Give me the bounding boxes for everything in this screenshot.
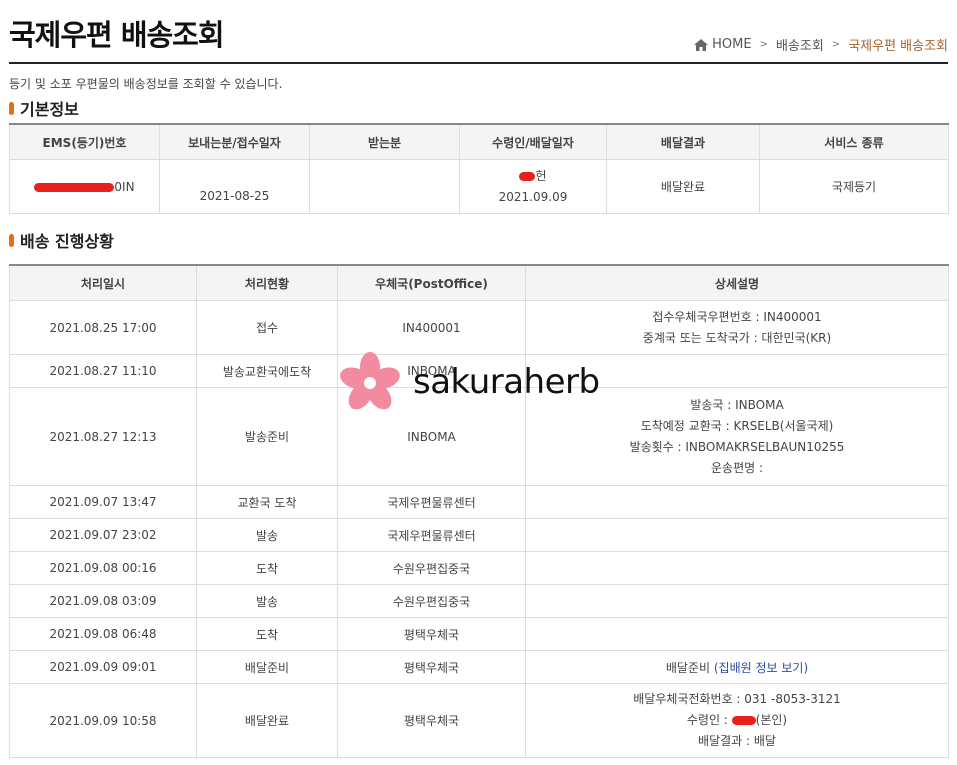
progress-heading: 배송 진행상황 [9,228,114,252]
datetime-cell: 2021.08.27 11:10 [9,354,197,388]
ems-number: 0IN [9,159,160,214]
recipient [309,159,460,214]
table-header-row: EMS(등기)번호 보내는분/접수일자 받는분 수령인/배달일자 배달결과 서비… [9,124,949,160]
table-row: 2021.09.09 09:01 배달준비 평택우체국 배달준비 (집배원 정보… [9,650,949,684]
status-cell: 배달완료 [196,683,338,758]
table-row: 2021.09.07 13:47 교환국 도착 국제우편물류센터 [9,485,949,519]
sender-date: 2021-08-25 [159,159,310,214]
datetime-cell: 2021.09.09 09:01 [9,650,197,684]
column-header: 배달결과 [606,124,760,160]
detail-cell [525,551,949,585]
column-header: 받는분 [309,124,460,160]
detail-cell [525,617,949,651]
status-cell: 교환국 도착 [196,485,338,519]
status-cell: 발송 [196,518,338,552]
office-cell: 평택우체국 [337,650,526,684]
page-title: 국제우편 배송조회 [9,18,225,52]
redaction-mark [731,716,756,725]
breadcrumb: HOME > 배송조회 > 국제우편 배송조회 [693,35,948,54]
basic-info-heading: 기본정보 [9,96,79,120]
chevron-right-icon: > [759,39,768,50]
office-cell: 수원우편집중국 [337,551,526,585]
delivery-result: 배달완료 [606,159,760,214]
office-cell: 평택우체국 [337,617,526,651]
datetime-cell: 2021.09.08 06:48 [9,617,197,651]
sakura-watermark: sakuraherb [337,350,600,414]
datetime-cell: 2021.09.07 13:47 [9,485,197,519]
breadcrumb-home[interactable]: HOME [712,37,751,52]
status-cell: 배달준비 [196,650,338,684]
detail-cell: 배달우체국전화번호 : 031 -8053-3121 수령인 : (본인) 배달… [525,683,949,758]
office-cell: IN400001 [337,300,526,355]
status-cell: 도착 [196,617,338,651]
detail-cell [525,518,949,552]
column-header: 보내는분/접수일자 [159,124,310,160]
datetime-cell: 2021.08.25 17:00 [9,300,197,355]
status-cell: 발송교환국에도착 [196,354,338,388]
receiver-date: 헌 2021.09.09 [459,159,607,214]
home-icon [693,38,708,51]
carrier-info-link[interactable]: (집배원 정보 보기) [714,661,808,675]
redaction-mark [34,182,115,192]
sakura-flower-icon [340,352,400,410]
status-cell: 발송준비 [196,387,338,486]
header-divider [9,62,948,64]
section-bullet-icon [9,233,14,247]
column-header: 수령인/배달일자 [459,124,607,160]
table-row: 2021.08.25 17:00 접수 IN400001 접수우체국우편번호 :… [9,300,949,355]
datetime-cell: 2021.09.08 00:16 [9,551,197,585]
table-row: 0IN 2021-08-25 헌 2021.09.09 배달완료 국제등기 [9,159,949,214]
breadcrumb-current: 국제우편 배송조회 [848,39,948,54]
table-row: 2021.09.08 03:09 발송 수원우편집중국 [9,584,949,618]
basic-info-table: EMS(등기)번호 보내는분/접수일자 받는분 수령인/배달일자 배달결과 서비… [9,123,949,214]
datetime-cell: 2021.08.27 12:13 [9,387,197,486]
office-cell: 국제우편물류센터 [337,485,526,519]
datetime-cell: 2021.09.07 23:02 [9,518,197,552]
breadcrumb-tracking[interactable]: 배송조회 [776,35,824,54]
section-bullet-icon [9,101,14,115]
column-header: 처리일시 [9,265,197,301]
table-row: 2021.09.08 00:16 도착 수원우편집중국 [9,551,949,585]
status-cell: 도착 [196,551,338,585]
chevron-right-icon: > [831,39,841,50]
office-cell: 국제우편물류센터 [337,518,526,552]
detail-cell: 배달준비 (집배원 정보 보기) [525,650,949,684]
detail-cell: 접수우체국우편번호 : IN400001 중계국 또는 도착국가 : 대한민국(… [525,300,949,355]
service-type: 국제등기 [759,159,949,214]
table-row: 2021.09.08 06:48 도착 평택우체국 [9,617,949,651]
column-header: 상세설명 [525,265,949,301]
table-header-row: 처리일시 처리현황 우체국(PostOffice) 상세설명 [9,265,949,301]
datetime-cell: 2021.09.08 03:09 [9,584,197,618]
datetime-cell: 2021.09.09 10:58 [9,683,197,758]
detail-cell [525,584,949,618]
page-description: 등기 및 소포 우편물의 배송정보를 조회할 수 있습니다. [9,77,283,91]
status-cell: 발송 [196,584,338,618]
home-link[interactable]: HOME [693,37,752,52]
office-cell: 평택우체국 [337,683,526,758]
office-cell: 수원우편집중국 [337,584,526,618]
table-row: 2021.09.09 10:58 배달완료 평택우체국 배달우체국전화번호 : … [9,683,949,758]
column-header: 서비스 종류 [759,124,949,160]
table-row: 2021.09.07 23:02 발송 국제우편물류센터 [9,518,949,552]
status-cell: 접수 [196,300,338,355]
column-header: EMS(등기)번호 [9,124,160,160]
progress-table: 처리일시 처리현황 우체국(PostOffice) 상세설명 2021.08.2… [9,264,949,758]
redaction-mark [519,171,536,181]
column-header: 처리현황 [196,265,338,301]
detail-cell [525,485,949,519]
column-header: 우체국(PostOffice) [337,265,526,301]
